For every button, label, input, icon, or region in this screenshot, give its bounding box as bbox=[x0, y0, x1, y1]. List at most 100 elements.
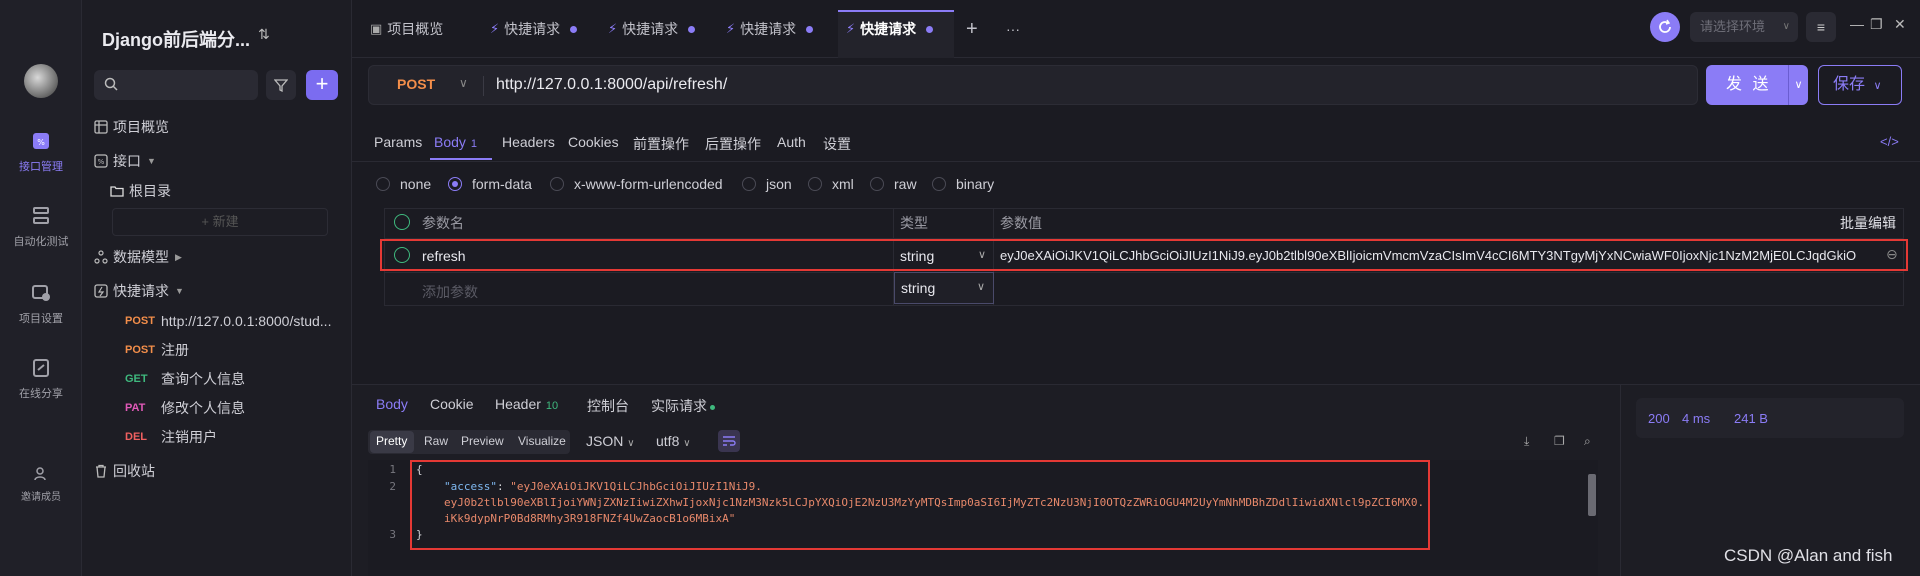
tab-pre-actions[interactable]: 前置操作 bbox=[633, 134, 689, 154]
body-type-none[interactable]: none bbox=[376, 176, 431, 192]
request-item[interactable]: GET 查询个人信息 bbox=[125, 368, 245, 390]
method-badge: GET bbox=[125, 373, 148, 385]
request-item[interactable]: PAT 修改个人信息 bbox=[125, 397, 245, 419]
encoding-select[interactable]: utf8 ∨ bbox=[656, 433, 691, 449]
body-type-urlencoded[interactable]: x-www-form-urlencoded bbox=[550, 176, 723, 192]
add-param-input[interactable]: 添加参数 bbox=[422, 282, 478, 302]
response-time: 4 ms bbox=[1682, 411, 1711, 426]
sidebar-search-input[interactable] bbox=[94, 70, 258, 100]
tab-settings[interactable]: 设置 bbox=[823, 134, 851, 154]
tab-params[interactable]: Params bbox=[374, 134, 422, 150]
unsaved-dot bbox=[806, 25, 814, 33]
body-type-binary[interactable]: binary bbox=[932, 176, 994, 192]
caret-right-icon: ▶ bbox=[175, 251, 182, 262]
body-type-label: xml bbox=[832, 176, 854, 192]
response-status-box bbox=[1636, 398, 1904, 438]
method-badge: POST bbox=[125, 315, 155, 327]
chevron-down-icon: ∨ bbox=[977, 281, 986, 293]
resp-tab-cookie[interactable]: Cookie bbox=[430, 396, 474, 412]
svg-text:%: % bbox=[37, 138, 45, 147]
tab-body[interactable]: Body 1 bbox=[434, 134, 477, 150]
body-type-form-data[interactable]: form-data bbox=[448, 176, 532, 192]
sidebar-item-trash[interactable]: 回收站 bbox=[94, 460, 155, 482]
radio-icon bbox=[870, 177, 884, 191]
rail-label: 在线分享 bbox=[19, 388, 63, 400]
wrap-lines-button[interactable] bbox=[718, 430, 740, 452]
format-preview[interactable]: Preview bbox=[461, 434, 504, 448]
wrap-icon bbox=[723, 436, 736, 446]
add-param-type-select[interactable]: string ∨ bbox=[894, 272, 994, 304]
sidebar-item-root[interactable]: 根目录 bbox=[110, 180, 171, 202]
request-item[interactable]: POST 注册 bbox=[125, 339, 189, 361]
tab-post-actions[interactable]: 后置操作 bbox=[705, 134, 761, 154]
body-type-label: form-data bbox=[472, 176, 532, 192]
chevron-down-icon[interactable]: ∨ bbox=[459, 76, 468, 90]
tab-overview[interactable]: ▣ 项目概览 bbox=[370, 14, 443, 44]
restore-icon[interactable]: ❐ bbox=[1870, 16, 1883, 33]
tab-quick-request[interactable]: ⚡ 快捷请求 bbox=[490, 14, 578, 44]
request-item[interactable]: POST http://127.0.0.1:8000/stud... bbox=[125, 310, 331, 332]
tab-quick-request[interactable]: ⚡ 快捷请求 bbox=[608, 14, 696, 44]
filter-button[interactable] bbox=[266, 70, 296, 100]
rail-label: 自动化测试 bbox=[13, 236, 69, 248]
language-select[interactable]: JSON ∨ bbox=[586, 433, 635, 449]
request-item[interactable]: DEL 注销用户 bbox=[125, 426, 217, 448]
rail-item-settings[interactable]: 项目设置 bbox=[0, 282, 82, 326]
sidebar-item-models[interactable]: 数据模型 ▶ bbox=[94, 246, 182, 268]
tab-auth[interactable]: Auth bbox=[777, 134, 806, 150]
close-icon[interactable]: ✕ bbox=[1894, 16, 1906, 33]
minimize-icon[interactable]: — bbox=[1850, 16, 1864, 32]
save-button[interactable]: 保存 ∨ bbox=[1818, 65, 1902, 105]
resp-tab-body[interactable]: Body bbox=[376, 396, 408, 412]
search-icon[interactable]: ⌕ bbox=[1584, 434, 1591, 449]
body-type-xml[interactable]: xml bbox=[808, 176, 854, 192]
project-switch-icon[interactable]: ⇅ bbox=[258, 26, 270, 43]
sidebar-item-quick[interactable]: 快捷请求 ▼ bbox=[94, 280, 184, 302]
resp-tab-header[interactable]: Header 10 bbox=[495, 396, 558, 412]
sidebar: Django前后端分... ⇅ + 项目概览 % 接口 ▼ 根目录 + 新建 数… bbox=[82, 0, 352, 576]
copy-icon[interactable]: ❐ bbox=[1554, 434, 1565, 448]
body-type-raw[interactable]: raw bbox=[870, 176, 917, 192]
resp-tab-console[interactable]: 控制台 bbox=[587, 396, 629, 416]
more-tabs-button[interactable]: ··· bbox=[1006, 14, 1020, 44]
send-options-caret[interactable]: ∨ bbox=[1788, 65, 1808, 105]
sidebar-item-overview[interactable]: 项目概览 bbox=[94, 116, 169, 138]
body-type-json[interactable]: json bbox=[742, 176, 792, 192]
rail-item-share[interactable]: 在线分享 bbox=[0, 357, 82, 401]
rail-item-api[interactable]: % 接口管理 bbox=[0, 130, 82, 174]
format-pretty[interactable]: Pretty bbox=[376, 434, 407, 448]
add-button[interactable]: + bbox=[306, 70, 338, 100]
body-count-badge: 1 bbox=[470, 138, 478, 150]
method-select[interactable]: POST bbox=[397, 76, 435, 92]
refresh-env-button[interactable] bbox=[1650, 12, 1680, 42]
radio-icon bbox=[808, 177, 822, 191]
new-button[interactable]: + 新建 bbox=[112, 208, 328, 236]
format-visualize[interactable]: Visualize bbox=[518, 434, 566, 448]
project-title[interactable]: Django前后端分... bbox=[102, 26, 250, 52]
status-code: 200 bbox=[1648, 411, 1670, 426]
new-tab-button[interactable]: + bbox=[966, 14, 978, 44]
scrollbar[interactable] bbox=[1588, 474, 1596, 516]
bulk-edit-button[interactable]: 批量编辑 bbox=[1840, 213, 1896, 233]
method-badge: DEL bbox=[125, 431, 147, 443]
tab-quick-request-active[interactable]: ⚡ 快捷请求 bbox=[846, 14, 934, 44]
unsaved-dot bbox=[926, 25, 934, 33]
resp-tab-actual-request[interactable]: 实际请求 bbox=[651, 396, 715, 416]
avatar[interactable] bbox=[24, 64, 58, 98]
select-all-check-icon[interactable] bbox=[394, 214, 410, 230]
rail-item-invite[interactable]: 邀请成员 bbox=[0, 466, 82, 503]
rail-item-automation[interactable]: 自动化测试 bbox=[0, 205, 82, 249]
quick-request-icon: ⚡ bbox=[846, 21, 856, 36]
tab-cookies[interactable]: Cookies bbox=[568, 134, 619, 150]
tab-headers[interactable]: Headers bbox=[502, 134, 555, 150]
download-icon[interactable]: ⤓ bbox=[1524, 434, 1529, 449]
menu-icon: ≡ bbox=[1816, 19, 1826, 35]
environment-select[interactable]: 请选择环境 ∨ bbox=[1690, 12, 1798, 42]
sidebar-item-api[interactable]: % 接口 ▼ bbox=[94, 150, 156, 172]
tab-quick-request[interactable]: ⚡ 快捷请求 bbox=[726, 14, 814, 44]
active-tab-indicator bbox=[430, 158, 492, 160]
url-input[interactable]: http://127.0.0.1:8000/api/refresh/ bbox=[496, 76, 727, 94]
format-raw[interactable]: Raw bbox=[424, 434, 448, 448]
code-gen-icon[interactable]: </> bbox=[1880, 134, 1899, 149]
menu-button[interactable]: ≡ bbox=[1806, 12, 1836, 42]
